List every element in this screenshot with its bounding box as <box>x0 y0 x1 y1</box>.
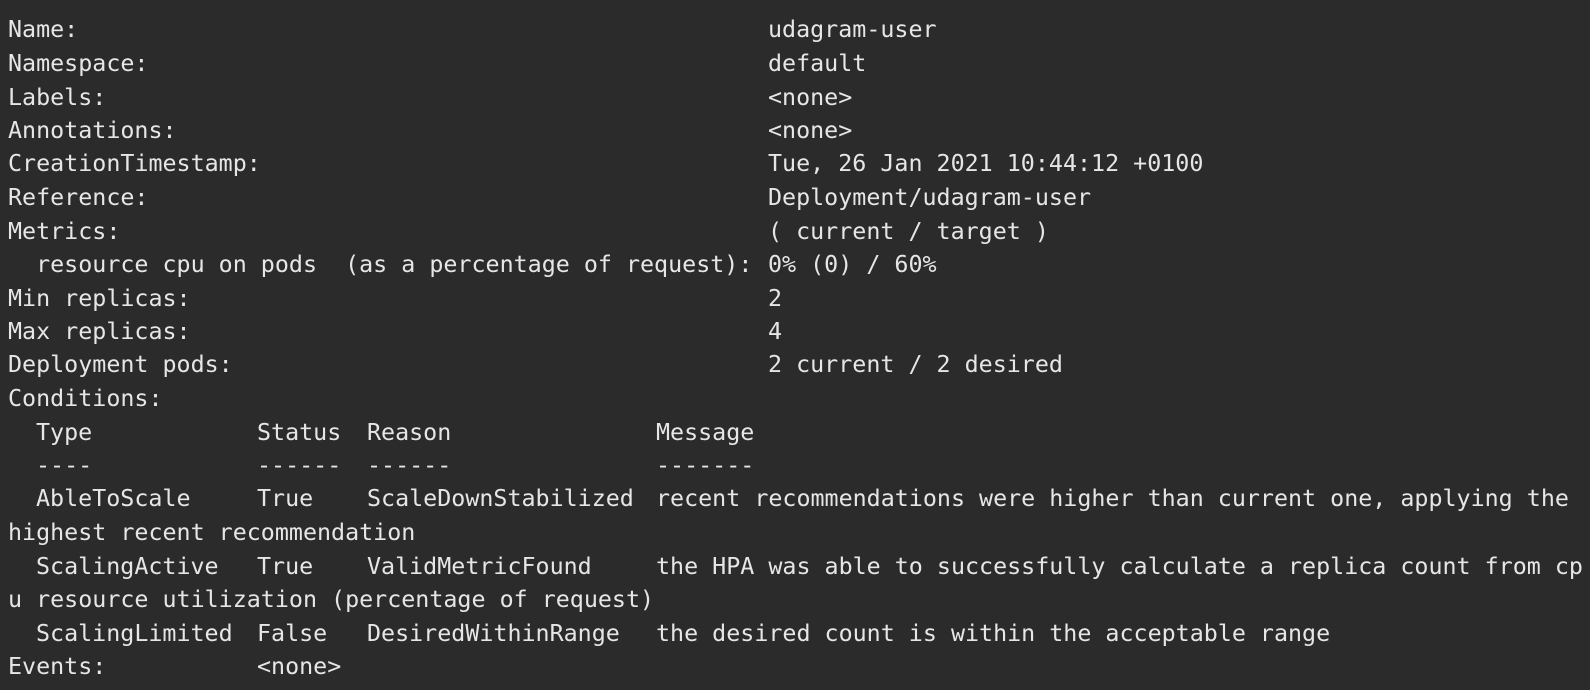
field-value: 2 current / 2 desired <box>768 350 1063 378</box>
condition-reason: DesiredWithinRange <box>367 619 620 647</box>
condition-row-scaling-active-wrap: u resource utilization (percentage of re… <box>0 582 654 616</box>
column-underline-status: ------ <box>257 451 342 479</box>
field-max-replicas: Max replicas: 4 <box>0 314 782 348</box>
field-metric-cpu: resource cpu on pods (as a percentage of… <box>0 247 936 281</box>
field-value: default <box>768 49 867 77</box>
condition-type: ScalingLimited <box>36 619 233 647</box>
field-namespace: Namespace: default <box>0 46 866 80</box>
condition-type: ScalingActive <box>36 552 219 580</box>
condition-message-continuation: u resource utilization (percentage of re… <box>8 585 655 613</box>
column-underline-reason: ------ <box>367 451 452 479</box>
field-label: resource cpu on pods (as a percentage of… <box>8 250 753 278</box>
field-reference: Reference: Deployment/udagram-user <box>0 180 1091 214</box>
field-value: Deployment/udagram-user <box>768 183 1092 211</box>
terminal-output: Name: udagram-user Namespace: default La… <box>0 0 1590 690</box>
field-value: Tue, 26 Jan 2021 10:44:12 +0100 <box>768 149 1204 177</box>
field-min-replicas: Min replicas: 2 <box>0 281 782 315</box>
field-value: <none> <box>768 116 853 144</box>
field-label: Annotations: <box>8 116 177 144</box>
field-label: Min replicas: <box>8 284 191 312</box>
condition-status: True <box>257 484 314 512</box>
condition-type: AbleToScale <box>36 484 191 512</box>
field-value: 2 <box>768 284 783 312</box>
condition-message: the HPA was able to successfully calcula… <box>656 552 1583 580</box>
column-header-type: Type <box>36 418 93 446</box>
condition-message: recent recommendations were higher than … <box>656 484 1569 512</box>
field-value: 4 <box>768 317 783 345</box>
field-annotations: Annotations: <none> <box>0 113 852 147</box>
events-label: Events: <box>8 652 107 680</box>
field-value: udagram-user <box>768 15 937 43</box>
condition-message-continuation: highest recent recommendation <box>8 518 416 546</box>
field-label: Namespace: <box>8 49 149 77</box>
events-row: Events: <none> <box>0 649 341 683</box>
column-header-reason: Reason <box>367 418 452 446</box>
condition-row-able-to-scale: AbleToScale True ScaleDownStabilized rec… <box>0 481 1569 515</box>
field-labels: Labels: <none> <box>0 80 852 114</box>
condition-row-scaling-active: ScalingActive True ValidMetricFound the … <box>0 549 1583 583</box>
condition-reason: ValidMetricFound <box>367 552 592 580</box>
events-value: <none> <box>257 652 342 680</box>
field-label: Metrics: <box>8 217 121 245</box>
column-underline-message: ------- <box>656 451 755 479</box>
field-name: Name: udagram-user <box>0 12 937 46</box>
condition-reason: ScaleDownStabilized <box>367 484 634 512</box>
field-value: 0% (0) / 60% <box>768 250 937 278</box>
conditions-heading-text: Conditions: <box>8 384 163 412</box>
condition-row-able-to-scale-wrap: highest recent recommendation <box>0 515 415 549</box>
condition-message: the desired count is within the acceptab… <box>656 619 1331 647</box>
condition-row-scaling-limited: ScalingLimited False DesiredWithinRange … <box>0 616 1330 650</box>
field-label: CreationTimestamp: <box>8 149 261 177</box>
field-creation-timestamp: CreationTimestamp: Tue, 26 Jan 2021 10:4… <box>0 146 1203 180</box>
condition-status: False <box>257 619 328 647</box>
field-value: <none> <box>768 83 853 111</box>
conditions-underline-row: ---- ------ ------ ------- <box>0 448 754 482</box>
field-deployment-pods: Deployment pods: 2 current / 2 desired <box>0 347 1063 381</box>
condition-status: True <box>257 552 314 580</box>
field-value: ( current / target ) <box>768 217 1049 245</box>
field-label: Labels: <box>8 83 107 111</box>
column-header-status: Status <box>257 418 342 446</box>
field-label: Reference: <box>8 183 149 211</box>
field-metrics: Metrics: ( current / target ) <box>0 214 1049 248</box>
field-label: Name: <box>8 15 79 43</box>
field-label: Max replicas: <box>8 317 191 345</box>
conditions-heading: Conditions: <box>0 381 163 415</box>
field-label: Deployment pods: <box>8 350 233 378</box>
column-header-message: Message <box>656 418 755 446</box>
conditions-header-row: Type Status Reason Message <box>0 415 754 449</box>
column-underline-type: ---- <box>36 451 93 479</box>
